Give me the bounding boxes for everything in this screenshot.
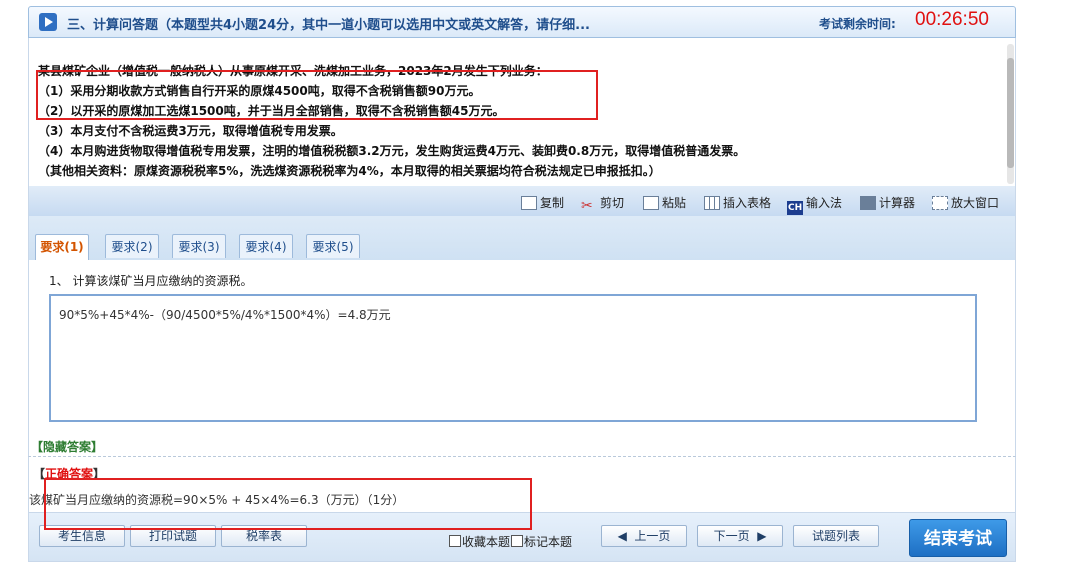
clipboard-icon: [643, 196, 659, 210]
next-arrow-icon: ▶: [749, 529, 767, 543]
calculator-icon: [860, 196, 876, 210]
bookmark-checkbox[interactable]: 收藏本题: [449, 533, 510, 550]
tab-requirement-1[interactable]: 要求(1): [35, 234, 89, 260]
question-scrollbar[interactable]: [1007, 44, 1014, 184]
section-title: 三、计算问答题（本题型共4小题24分，其中一道小题可以选用中文或英文解答，请仔细…: [67, 18, 590, 33]
tab-requirement-3[interactable]: 要求(3): [172, 234, 226, 258]
section-header: 三、计算问答题（本题型共4小题24分，其中一道小题可以选用中文或英文解答，请仔细…: [28, 6, 1016, 38]
mark-checkbox[interactable]: 标记本题: [511, 533, 572, 550]
calculator-button[interactable]: 计算器: [860, 194, 915, 211]
prev-label: 上一页: [634, 529, 671, 543]
tab-requirement-5[interactable]: 要求(5): [306, 234, 360, 258]
copy-icon: [521, 196, 537, 210]
mark-label: 标记本题: [524, 535, 573, 549]
maximize-label: 放大窗口: [951, 196, 1000, 210]
input-method-button[interactable]: CH 输入法: [787, 194, 842, 215]
tab-requirement-2[interactable]: 要求(2): [105, 234, 159, 258]
prev-page-button[interactable]: ◀ 上一页: [601, 525, 687, 547]
question-line: （4）本月购进货物取得增值税专用发票，注明的增值税税额3.2万元，发生购货运费4…: [38, 144, 746, 158]
editor-toolbar: 复制 ✂ 剪切 粘贴 插入表格 CH 输入法 计算器 放大窗口: [28, 186, 1016, 216]
input-method-label: 输入法: [806, 196, 843, 210]
question-line: （其他相关资料：原煤资源税税率5%，洗选煤资源税税率为4%，本月取得的相关票据均…: [38, 164, 661, 178]
bookmark-label: 收藏本题: [462, 535, 511, 549]
copy-button[interactable]: 复制: [521, 194, 564, 211]
question-list-button[interactable]: 试题列表: [793, 525, 879, 547]
cut-button[interactable]: ✂ 剪切: [581, 194, 624, 213]
next-label: 下一页: [713, 529, 750, 543]
highlight-box: [44, 478, 532, 530]
cut-label: 剪切: [600, 196, 625, 210]
prev-arrow-icon: ◀: [617, 529, 635, 543]
play-icon[interactable]: [39, 13, 57, 31]
highlight-box: [36, 70, 598, 120]
checkbox-box[interactable]: [511, 535, 523, 547]
maximize-window-button[interactable]: 放大窗口: [932, 194, 999, 211]
calculator-label: 计算器: [879, 196, 916, 210]
end-exam-button[interactable]: 结束考试: [909, 519, 1007, 557]
scrollbar-thumb[interactable]: [1007, 58, 1014, 168]
requirement-text: 1、 计算该煤矿当月应缴纳的资源税。: [49, 274, 253, 288]
scissors-icon: ✂: [581, 198, 593, 214]
table-icon: [704, 196, 720, 210]
paste-button[interactable]: 粘贴: [643, 194, 686, 211]
insert-table-button[interactable]: 插入表格: [704, 194, 771, 211]
checkbox-box[interactable]: [449, 535, 461, 547]
copy-label: 复制: [540, 196, 565, 210]
tab-requirement-4[interactable]: 要求(4): [239, 234, 293, 258]
requirement-tabs: 要求(1) 要求(2) 要求(3) 要求(4) 要求(5): [28, 216, 1016, 260]
time-remaining-label: 考试剩余时间:: [819, 17, 896, 31]
answer-panel: 1、 计算该煤矿当月应缴纳的资源税。 90*5%+45*4%-（90/4500*…: [28, 260, 1016, 456]
paste-label: 粘贴: [662, 196, 687, 210]
answer-input[interactable]: 90*5%+45*4%-（90/4500*5%/4%*1500*4%）=4.8万…: [49, 294, 977, 422]
next-page-button[interactable]: 下一页 ▶: [697, 525, 783, 547]
insert-table-label: 插入表格: [723, 196, 772, 210]
question-line: （3）本月支付不含税运费3万元，取得增值税专用发票。: [38, 124, 343, 138]
maximize-icon: [932, 196, 948, 210]
hide-answer-link[interactable]: 【隐藏答案】: [31, 438, 103, 455]
time-remaining-value: 00:26:50: [915, 9, 989, 30]
ch-icon: CH: [787, 201, 803, 215]
